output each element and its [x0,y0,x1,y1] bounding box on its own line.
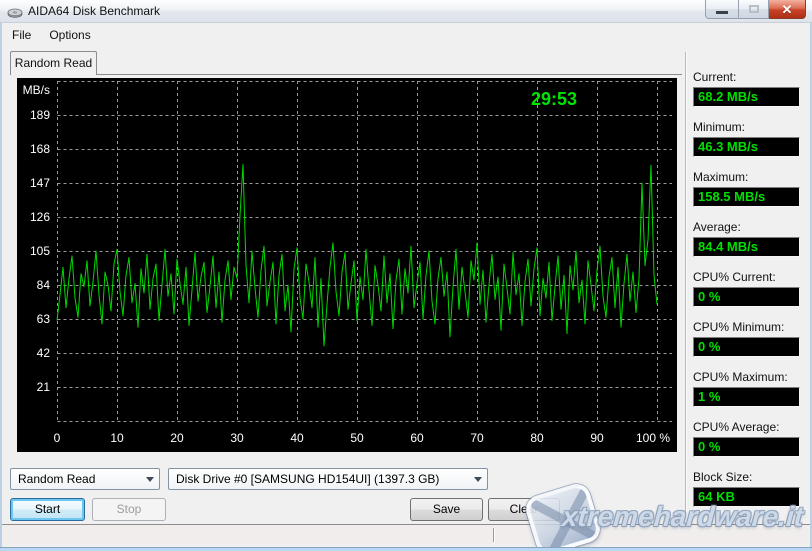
stat-value: 0 % [693,437,800,457]
minimize-icon [716,11,728,14]
stat-value: 84.4 MB/s [693,237,800,257]
x-axis-tick-label: 70 [470,431,484,445]
panel-divider [685,52,687,518]
disk-drive-select[interactable]: Disk Drive #0 [SAMSUNG HD154UI] (1397.3 … [168,468,488,490]
x-axis-tick-label: 60 [410,431,424,445]
benchmark-type-select[interactable]: Random Read [10,468,160,490]
close-button[interactable]: ✕ [769,0,806,19]
y-axis-tick-label: 105 [30,244,50,258]
maximize-icon [749,5,759,13]
stat-group-cpu-minimum: CPU% Minimum: 0 % [693,320,803,357]
x-axis-tick-label: 80 [530,431,544,445]
window-border-left [0,23,2,551]
minimize-button[interactable] [705,0,739,19]
x-axis-tick-label: 30 [230,431,244,445]
y-axis-tick-label: 42 [37,346,51,360]
benchmark-chart: MB/s 189 168 147 126 105 84 63 42 21 0 10 20 30 40 50 60… [17,78,677,452]
stat-value: 1 % [693,387,800,407]
status-bar [2,524,810,544]
stat-group-minimum: Minimum: 46.3 MB/s [693,120,803,157]
stat-label: Block Size: [693,470,803,485]
menu-options[interactable]: Options [41,26,98,44]
stat-label: CPU% Average: [693,420,803,435]
title-bar[interactable]: AIDA64 Disk Benchmark ✕ [0,0,812,23]
stat-group-block-size: Block Size: 64 KB [693,470,803,507]
disk-icon [7,4,23,20]
stat-label: Maximum: [693,170,803,185]
stat-label: CPU% Minimum: [693,320,803,335]
stat-value: 64 KB [693,487,800,507]
stat-group-maximum: Maximum: 158.5 MB/s [693,170,803,207]
aida64-disk-benchmark-window: AIDA64 Disk Benchmark ✕ File Options Ran… [0,0,812,551]
save-button[interactable]: Save [410,498,483,521]
stat-label: CPU% Current: [693,270,803,285]
stat-value: 68.2 MB/s [693,87,800,107]
x-axis-tick-label: 100 % [636,431,670,445]
status-bar-separator [493,528,495,542]
stat-label: Minimum: [693,120,803,135]
stop-button[interactable]: Stop [92,498,166,521]
stat-group-cpu-maximum: CPU% Maximum: 1 % [693,370,803,407]
stat-group-average: Average: 84.4 MB/s [693,220,803,257]
stat-value: 46.3 MB/s [693,137,800,157]
x-axis-tick-label: 50 [350,431,364,445]
stat-value: 0 % [693,287,800,307]
benchmark-type-value: Random Read [18,472,95,486]
y-axis-tick-label: 147 [30,176,50,190]
menu-bar: File Options [2,24,810,45]
chevron-down-icon [146,477,154,482]
disk-drive-value: Disk Drive #0 [SAMSUNG HD154UI] (1397.3 … [176,472,439,486]
y-axis-tick-label: 21 [37,380,51,394]
stat-group-cpu-average: CPU% Average: 0 % [693,420,803,457]
menu-file[interactable]: File [4,26,39,44]
x-axis-tick-label: 0 [54,431,61,445]
x-axis-tick-label: 20 [170,431,184,445]
y-axis-tick-label: 189 [30,108,50,122]
window-border-bottom [0,547,812,551]
y-axis-tick-label: 168 [30,142,50,156]
stat-group-current: Current: 68.2 MB/s [693,70,803,107]
x-axis-tick-label: 40 [290,431,304,445]
stat-value: 0 % [693,337,800,357]
stat-value: 158.5 MB/s [693,187,800,207]
close-icon: ✕ [782,3,793,16]
y-axis-tick-label: 84 [37,278,51,292]
y-axis-unit-label: MB/s [23,83,50,97]
maximize-button[interactable] [739,0,769,19]
stat-label: Current: [693,70,803,85]
clear-button[interactable]: Clear [488,498,560,521]
window-title: AIDA64 Disk Benchmark [28,4,160,18]
y-axis-tick-label: 63 [37,312,51,326]
start-button[interactable]: Start [10,498,85,521]
elapsed-timer: 29:53 [531,89,577,109]
tab-strip-line [10,74,682,75]
chart-canvas: MB/s 189 168 147 126 105 84 63 42 21 0 10 20 30 40 50 60… [17,78,677,452]
x-axis-tick-label: 90 [590,431,604,445]
y-axis-tick-label: 126 [30,210,50,224]
stat-label: CPU% Maximum: [693,370,803,385]
stat-group-cpu-current: CPU% Current: 0 % [693,270,803,307]
tab-random-read[interactable]: Random Read [10,51,97,75]
stat-label: Average: [693,220,803,235]
chevron-down-icon [474,477,482,482]
x-axis-tick-label: 10 [110,431,124,445]
